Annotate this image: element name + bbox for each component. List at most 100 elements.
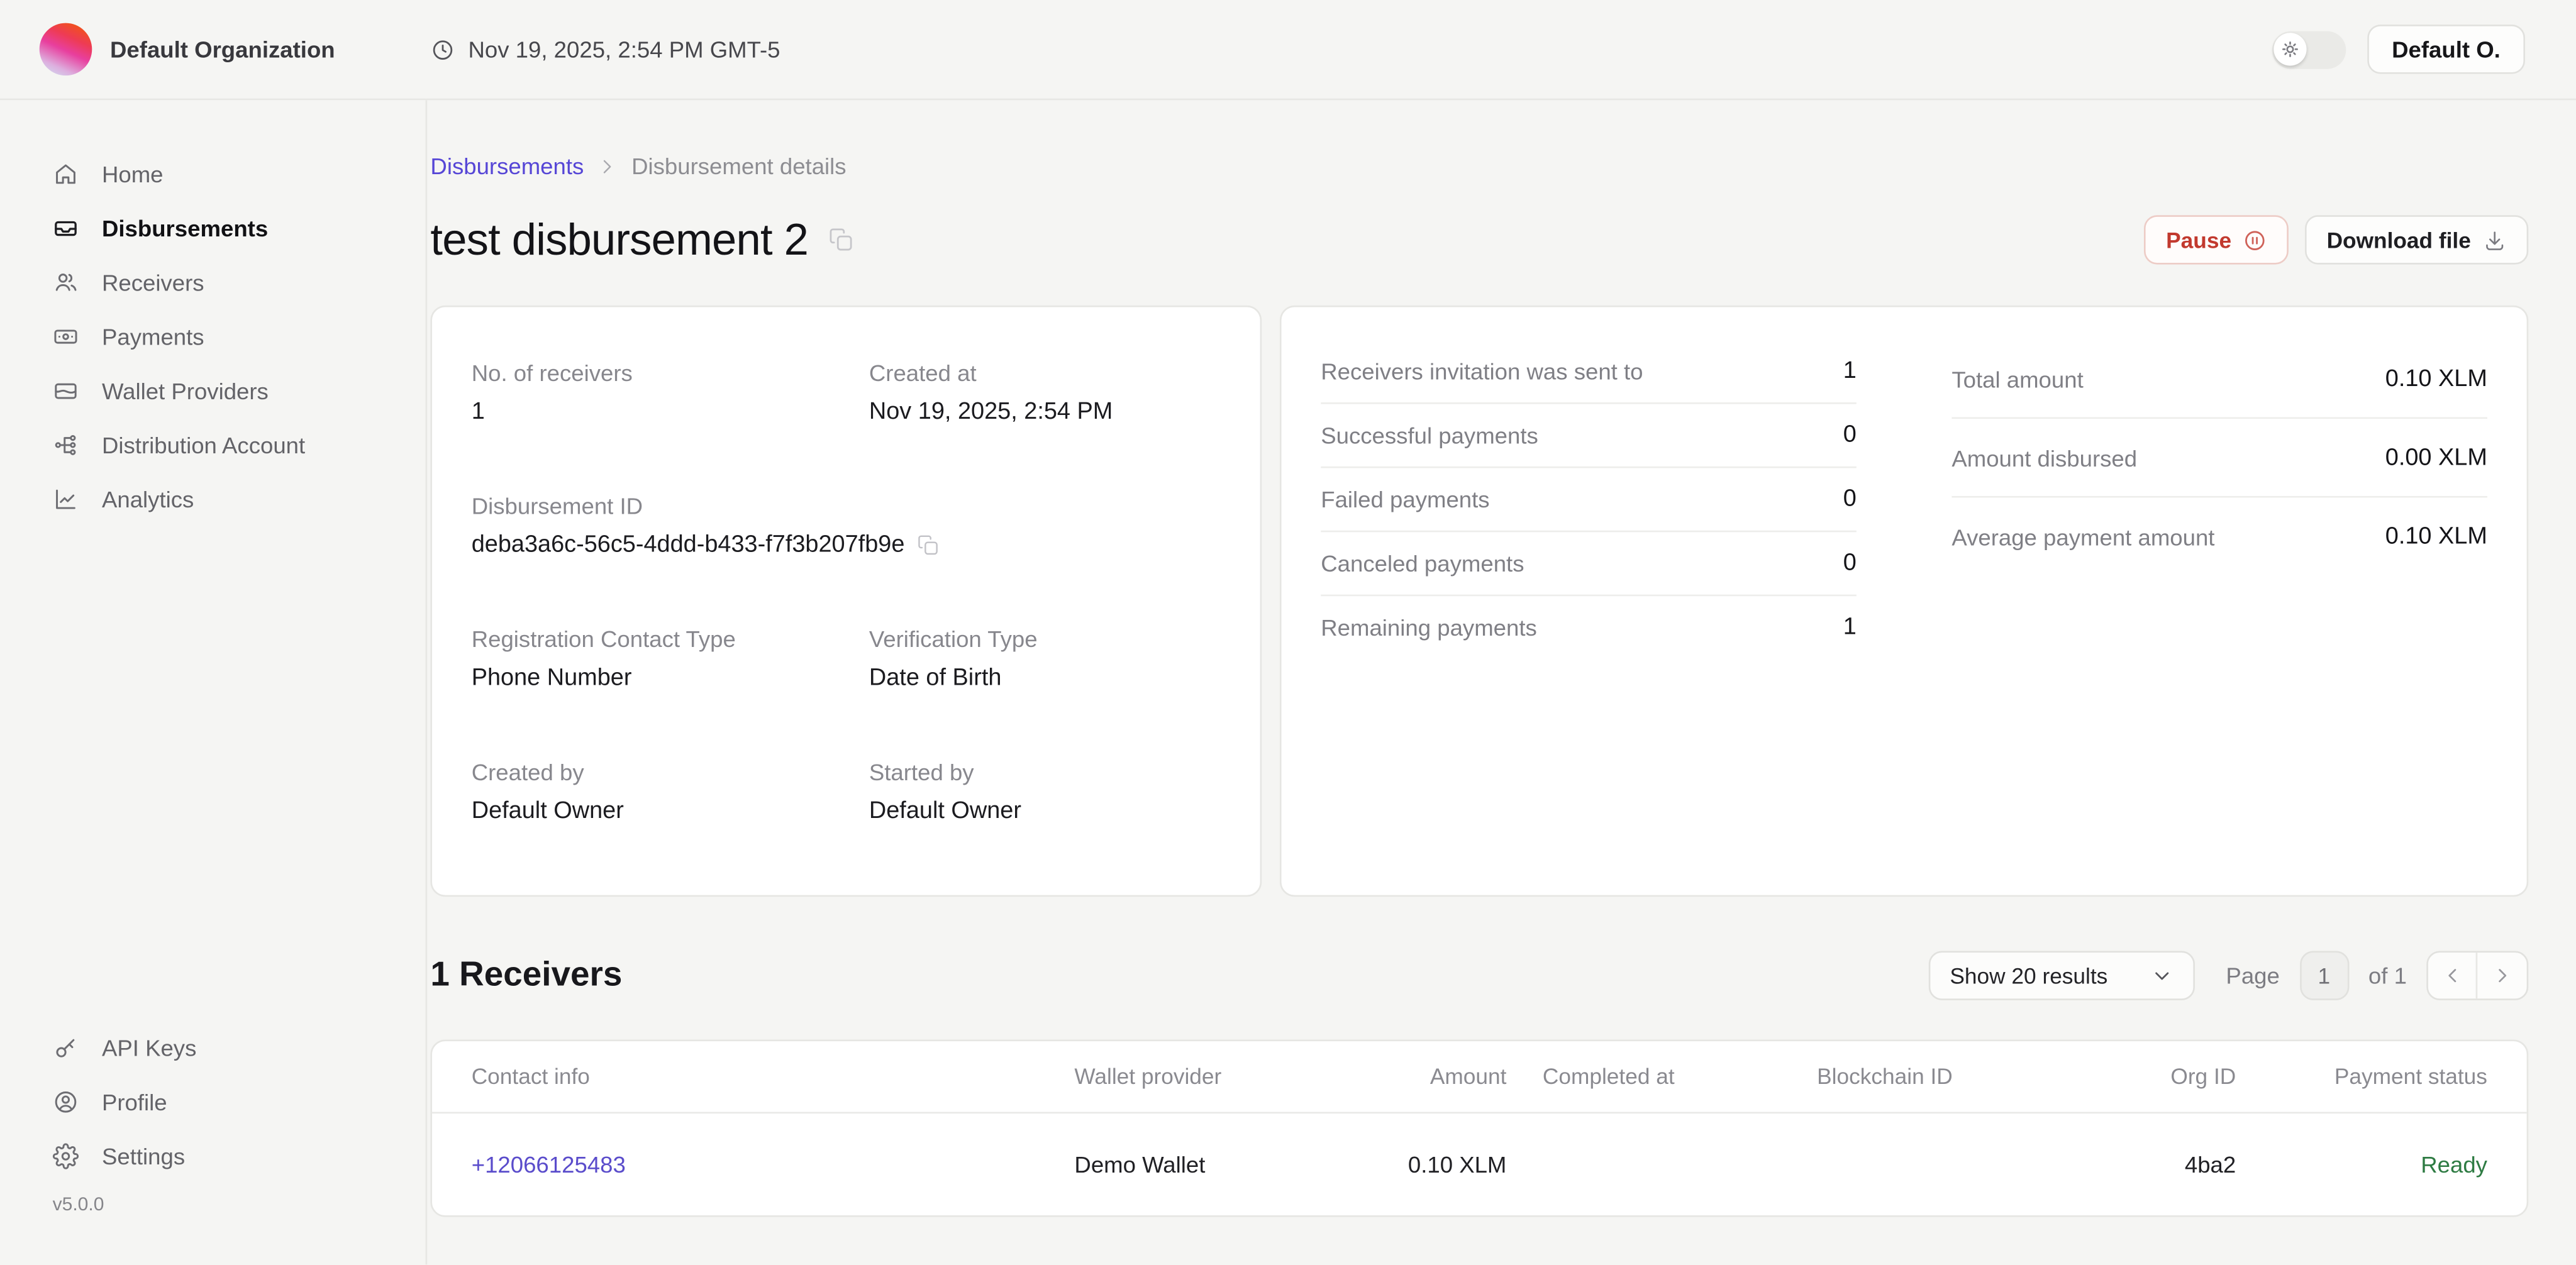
field-disbursement-id: Disbursement ID deba3a6c-56c5-4ddd-b433-… — [472, 493, 1221, 558]
org-identity: Default Organization — [40, 23, 431, 76]
org-logo — [40, 23, 92, 76]
users-icon — [53, 268, 79, 295]
receivers-title: 1 Receivers — [430, 956, 622, 995]
page-label: Page — [2226, 963, 2279, 989]
column-wallet-provider: Wallet provider — [1074, 1064, 1316, 1089]
download-icon — [2482, 228, 2507, 252]
pause-circle-icon — [2243, 228, 2267, 252]
sidebar-item-label: Settings — [102, 1142, 185, 1169]
sidebar-item-analytics[interactable]: Analytics — [0, 472, 426, 526]
cell-amount: 0.10 XLM — [1316, 1151, 1506, 1178]
page-number-input[interactable] — [2299, 951, 2348, 1000]
stat-total-amount: Total amount 0.10 XLM — [1951, 340, 2487, 419]
payment-amounts: Total amount 0.10 XLM Amount disbursed 0… — [1951, 340, 2487, 863]
receiver-contact-link[interactable]: +12066125483 — [472, 1151, 626, 1178]
show-results-select[interactable]: Show 20 results — [1928, 951, 2194, 1000]
breadcrumb-link-disbursements[interactable]: Disbursements — [430, 153, 584, 179]
page-title: test disbursement 2 — [430, 212, 808, 268]
sidebar-item-home[interactable]: Home — [0, 146, 426, 200]
breadcrumb-current: Disbursement details — [631, 153, 847, 179]
topbar-actions: Default O. — [2272, 25, 2525, 74]
sidebar-item-label: Distribution Account — [102, 431, 305, 458]
main-content: Disbursements Disbursement details test … — [427, 100, 2576, 1264]
column-amount: Amount — [1316, 1064, 1506, 1089]
stat-average-payment-amount: Average payment amount 0.10 XLM — [1951, 498, 2487, 575]
sidebar-item-api-keys[interactable]: API Keys — [0, 1020, 426, 1074]
field-created-by: Created by Default Owner — [472, 759, 869, 824]
sun-icon — [2274, 33, 2307, 65]
pause-button[interactable]: Pause — [2145, 215, 2289, 264]
title-row: test disbursement 2 Pause Download file — [430, 212, 2528, 268]
current-datetime: Nov 19, 2025, 2:54 PM GMT-5 — [430, 36, 780, 62]
sidebar-item-wallet-providers[interactable]: Wallet Providers — [0, 363, 426, 417]
copy-title-icon[interactable] — [828, 226, 854, 253]
copy-id-icon[interactable] — [916, 534, 940, 557]
sidebar-item-settings[interactable]: Settings — [0, 1129, 426, 1183]
pager-buttons — [2426, 951, 2528, 1000]
breadcrumb: Disbursements Disbursement details — [430, 153, 2528, 179]
sidebar-item-label: Disbursements — [102, 214, 268, 241]
banknote-icon — [53, 323, 79, 349]
payment-stats-card: Receivers invitation was sent to 1 Succe… — [1280, 306, 2528, 897]
user-circle-icon — [53, 1088, 79, 1115]
cell-wallet-provider: Demo Wallet — [1074, 1151, 1316, 1178]
column-blockchain-id: Blockchain ID — [1817, 1064, 2088, 1089]
previous-page-button[interactable] — [2428, 953, 2477, 998]
summary-cards: No. of receivers 1 Created at Nov 19, 20… — [430, 306, 2528, 897]
stat-amount-disbursed: Amount disbursed 0.00 XLM — [1951, 419, 2487, 497]
sidebar-item-disbursements[interactable]: Disbursements — [0, 201, 426, 255]
stat-successful-payments: Successful payments 0 — [1321, 404, 1857, 468]
field-no-of-receivers: No. of receivers 1 — [472, 360, 869, 425]
key-icon — [53, 1034, 79, 1060]
pagination-controls: Show 20 results Page of 1 — [1928, 951, 2528, 1000]
chevron-down-icon — [2150, 964, 2174, 987]
chevron-right-icon — [597, 155, 618, 177]
sidebar-item-label: Profile — [102, 1088, 167, 1115]
account-button[interactable]: Default O. — [2367, 25, 2525, 74]
top-bar: Default Organization Nov 19, 2025, 2:54 … — [0, 0, 2576, 100]
page-actions: Pause Download file — [2145, 215, 2528, 264]
field-started-by: Started by Default Owner — [869, 759, 1221, 824]
table-row: +12066125483 Demo Wallet 0.10 XLM 4ba2 R… — [432, 1113, 2527, 1215]
sidebar-item-label: Receivers — [102, 268, 204, 295]
field-created-at: Created at Nov 19, 2025, 2:54 PM — [869, 360, 1221, 425]
network-icon — [53, 431, 79, 458]
sidebar-item-distribution-account[interactable]: Distribution Account — [0, 417, 426, 472]
sidebar: Home Disbursements Receivers Payments Wa… — [0, 100, 427, 1264]
datetime-text: Nov 19, 2025, 2:54 PM GMT-5 — [468, 36, 780, 62]
sidebar-item-label: Payments — [102, 323, 204, 349]
gear-icon — [53, 1142, 79, 1169]
download-button-label: Download file — [2327, 228, 2471, 252]
stat-failed-payments: Failed payments 0 — [1321, 468, 1857, 532]
theme-toggle[interactable] — [2272, 30, 2346, 68]
table-header-row: Contact info Wallet provider Amount Comp… — [432, 1041, 2527, 1113]
chart-line-icon — [53, 485, 79, 512]
sidebar-item-profile[interactable]: Profile — [0, 1074, 426, 1128]
inbox-icon — [53, 214, 79, 241]
field-registration-contact-type: Registration Contact Type Phone Number — [472, 626, 869, 691]
wallet-icon — [53, 377, 79, 404]
stat-remaining-payments: Remaining payments 1 — [1321, 596, 1857, 658]
sidebar-nav: Home Disbursements Receivers Payments Wa… — [0, 146, 426, 525]
cell-org-id: 4ba2 — [2088, 1151, 2236, 1178]
org-name: Default Organization — [110, 36, 335, 62]
sidebar-item-payments[interactable]: Payments — [0, 309, 426, 363]
column-payment-status: Payment status — [2236, 1064, 2487, 1089]
sidebar-item-receivers[interactable]: Receivers — [0, 255, 426, 309]
pause-button-label: Pause — [2166, 228, 2231, 252]
next-page-button[interactable] — [2477, 953, 2526, 998]
download-file-button[interactable]: Download file — [2306, 215, 2529, 264]
page-of-label: of 1 — [2368, 963, 2407, 989]
column-completed-at: Completed at — [1543, 1064, 1817, 1089]
payment-counters: Receivers invitation was sent to 1 Succe… — [1321, 340, 1857, 863]
sidebar-item-label: Home — [102, 160, 164, 187]
disbursement-details-card: No. of receivers 1 Created at Nov 19, 20… — [430, 306, 1262, 897]
sidebar-item-label: API Keys — [102, 1034, 196, 1060]
receivers-table: Contact info Wallet provider Amount Comp… — [430, 1040, 2528, 1217]
sidebar-item-label: Wallet Providers — [102, 377, 269, 404]
column-org-id: Org ID — [2088, 1064, 2236, 1089]
stat-invitations-sent: Receivers invitation was sent to 1 — [1321, 340, 1857, 404]
receivers-section-header: 1 Receivers Show 20 results Page of 1 — [430, 951, 2528, 1000]
payment-status-badge: Ready — [2421, 1151, 2487, 1178]
home-icon — [53, 160, 79, 187]
